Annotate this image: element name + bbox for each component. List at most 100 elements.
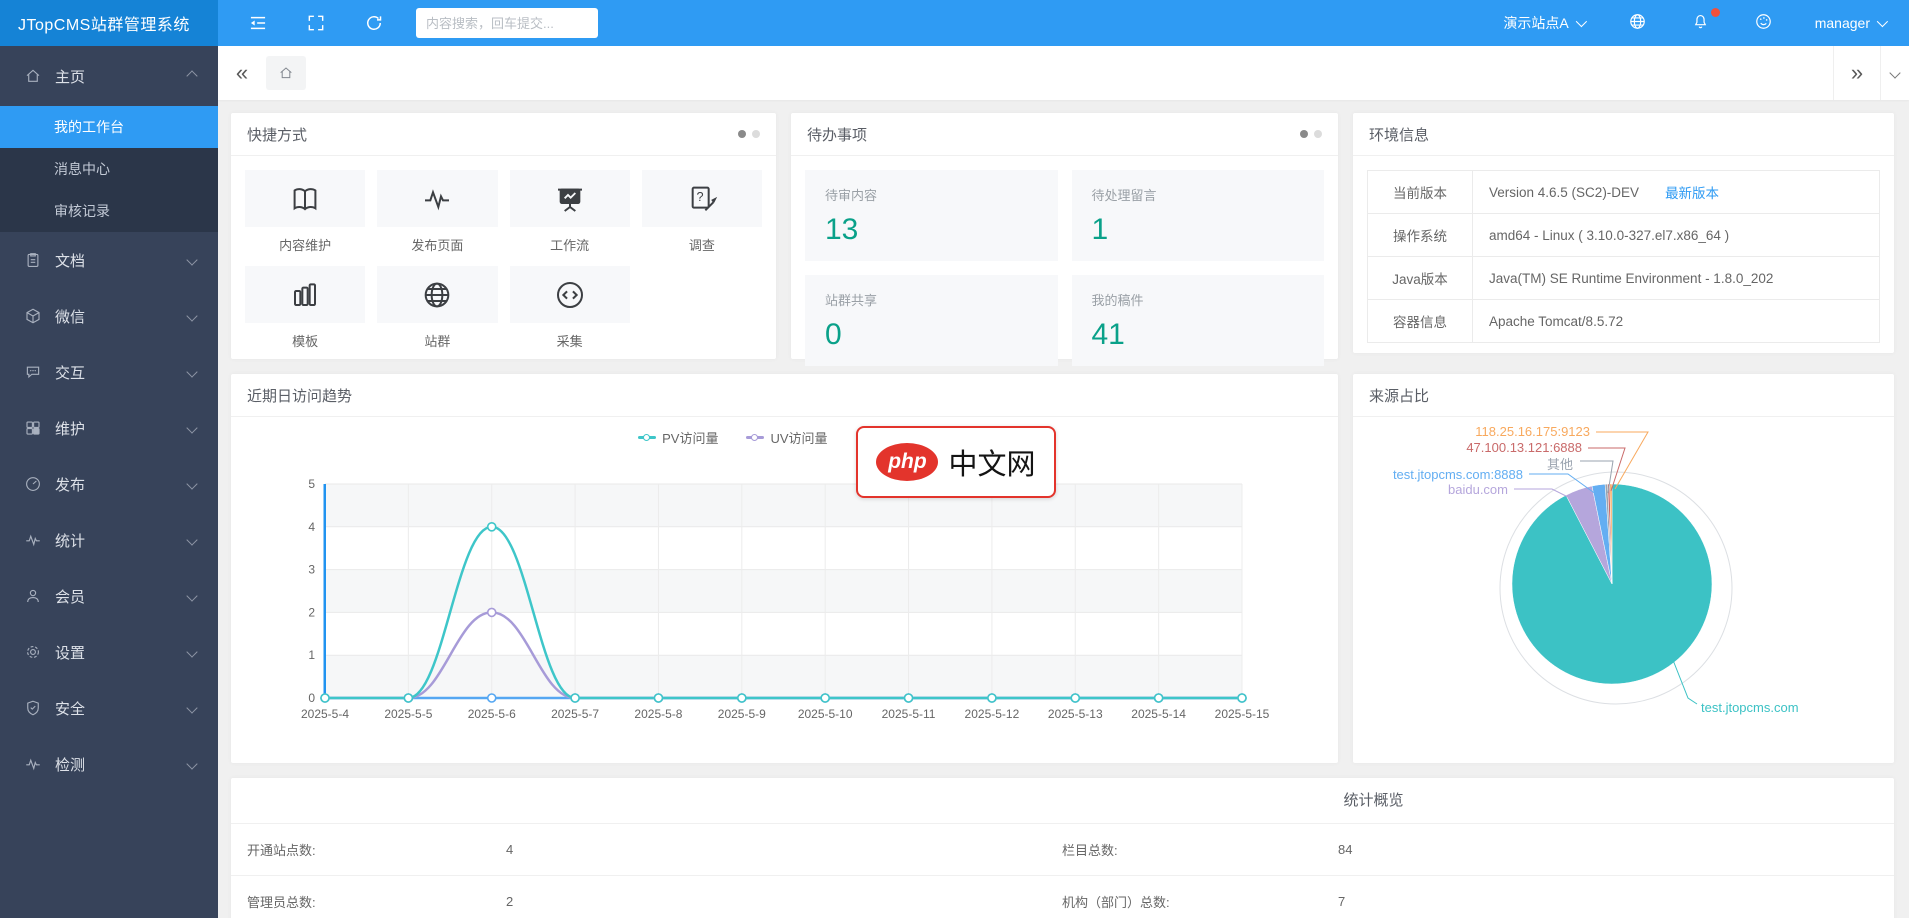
php-cn-watermark: php 中文网 — [856, 426, 1056, 498]
topbar: JTopCMS站群管理系统 演示站点A manager — [0, 0, 1909, 46]
notifications-button[interactable] — [1691, 12, 1710, 34]
sidebar-item-documents[interactable]: 文档 — [0, 232, 218, 288]
gear-icon — [24, 643, 42, 661]
table-row: 容器信息 Apache Tomcat/8.5.72 — [1368, 300, 1879, 342]
shortcut-workflow[interactable]: 工作流 — [510, 170, 630, 254]
book-icon — [289, 183, 321, 215]
sidebar-item-maintenance[interactable]: 维护 — [0, 400, 218, 456]
svg-text:3: 3 — [308, 563, 315, 577]
tabs-scroll-right-button[interactable]: » — [1833, 46, 1880, 100]
refresh-icon[interactable] — [364, 13, 384, 33]
source-share-card: 来源占比 118.25.16.175:9123 47.100.13.121:68… — [1353, 374, 1894, 763]
shortcut-survey[interactable]: 调查 — [642, 170, 762, 254]
topbar-right: 演示站点A manager — [1503, 12, 1909, 34]
site-selector[interactable]: 演示站点A — [1503, 13, 1583, 33]
carousel-dot-active[interactable] — [738, 130, 746, 138]
shortcut-content-maintenance[interactable]: 内容维护 — [245, 170, 365, 254]
sidebar-item-security[interactable]: 安全 — [0, 680, 218, 736]
submenu-item-workbench[interactable]: 我的工作台 — [0, 106, 218, 148]
blocks-icon — [24, 419, 42, 437]
svg-text:0: 0 — [308, 691, 315, 705]
todo-grid: 待审内容 13 待处理留言 1 站群共享 0 我的稿件 41 — [791, 156, 1338, 380]
cube-icon — [24, 307, 42, 325]
todo-value: 0 — [825, 318, 1038, 352]
todo-value: 41 — [1092, 318, 1305, 352]
chevron-down-icon — [186, 646, 197, 657]
carousel-dots — [1300, 130, 1322, 138]
svg-text:1: 1 — [308, 648, 315, 662]
submenu-item-messages[interactable]: 消息中心 — [0, 148, 218, 190]
notification-badge — [1711, 8, 1720, 17]
chevron-down-icon — [186, 422, 197, 433]
latest-version-link[interactable]: 最新版本 — [1665, 182, 1719, 202]
fullscreen-icon[interactable] — [306, 13, 326, 33]
carousel-dot-active[interactable] — [1300, 130, 1308, 138]
visits-chart: PV访问量 UV访问量 IP访问量 0123452025-5-42025-5-5… — [231, 416, 1338, 763]
sidebar-toggle-icon[interactable] — [248, 13, 268, 33]
card-title: 环境信息 — [1369, 124, 1429, 145]
shortcut-site-group[interactable]: 站群 — [377, 266, 497, 350]
todo-site-sharing[interactable]: 站群共享 0 — [805, 275, 1058, 366]
search-input[interactable] — [416, 8, 598, 38]
line-chart-canvas[interactable]: 0123452025-5-42025-5-52025-5-62025-5-720… — [231, 416, 1338, 763]
svg-text:2025-5-14: 2025-5-14 — [1131, 707, 1186, 721]
legend-marker — [638, 436, 656, 439]
svg-text:2025-5-10: 2025-5-10 — [798, 707, 853, 721]
home-tab[interactable] — [266, 56, 306, 90]
pie-label: 118.25.16.175:9123 — [1475, 424, 1590, 439]
svg-text:2025-5-8: 2025-5-8 — [634, 707, 682, 721]
todo-pending-comments[interactable]: 待处理留言 1 — [1072, 170, 1325, 261]
sidebar-item-monitoring[interactable]: 检测 — [0, 736, 218, 792]
sidebar-item-home[interactable]: 主页 — [0, 46, 218, 106]
tabs-menu-button[interactable] — [1880, 46, 1909, 100]
user-menu[interactable]: manager — [1815, 15, 1885, 31]
home-icon — [24, 67, 42, 85]
sidebar-item-interaction[interactable]: 交互 — [0, 344, 218, 400]
svg-text:5: 5 — [308, 477, 315, 491]
sidebar-item-members[interactable]: 会员 — [0, 568, 218, 624]
sidebar-item-settings[interactable]: 设置 — [0, 624, 218, 680]
chevron-down-icon — [186, 702, 197, 713]
carousel-dot[interactable] — [752, 130, 760, 138]
legend-pv[interactable]: PV访问量 — [638, 428, 718, 447]
pie-label: 47.100.13.121:6888 — [1466, 440, 1582, 455]
language-button[interactable] — [1628, 12, 1647, 34]
table-row: 管理员总数: 2 机构（部门）总数: 7 — [231, 876, 1894, 918]
chevron-down-icon — [186, 534, 197, 545]
app-logo: JTopCMS站群管理系统 — [0, 0, 218, 46]
todo-pending-content[interactable]: 待审内容 13 — [805, 170, 1058, 261]
chevron-up-icon — [186, 70, 197, 81]
shortcut-templates[interactable]: 模板 — [245, 266, 365, 350]
sidebar-item-publish[interactable]: 发布 — [0, 456, 218, 512]
card-title: 来源占比 — [1369, 385, 1429, 406]
code-icon — [554, 279, 586, 311]
legend-uv[interactable]: UV访问量 — [746, 428, 827, 447]
pulse-icon — [421, 183, 453, 215]
carousel-dot[interactable] — [1314, 130, 1322, 138]
svg-text:2025-5-4: 2025-5-4 — [301, 707, 349, 721]
main-content: 快捷方式 内容维护 发布页面 — [218, 100, 1909, 918]
todo-card: 待办事项 待审内容 13 待处理留言 1 — [791, 113, 1338, 359]
shortcut-publish-page[interactable]: 发布页面 — [377, 170, 497, 254]
tabs-scroll-left-button[interactable]: « — [218, 60, 266, 86]
bell-icon — [1691, 12, 1710, 31]
source-pie-chart: 118.25.16.175:9123 47.100.13.121:6888 其他… — [1353, 416, 1894, 763]
card-title: 快捷方式 — [247, 124, 307, 145]
stats-overview-card: 统计概览 开通站点数: 4 栏目总数: 84 管理员总数: 2 机构（部门）总数… — [231, 778, 1894, 918]
stat-label: 机构（部门）总数: — [1062, 892, 1338, 911]
chevron-down-icon — [186, 254, 197, 265]
table-row: 开通站点数: 4 栏目总数: 84 — [231, 824, 1894, 876]
sidebar-item-wechat[interactable]: 微信 — [0, 288, 218, 344]
chevron-down-icon — [186, 478, 197, 489]
theme-button[interactable] — [1754, 12, 1773, 34]
todo-my-drafts[interactable]: 我的稿件 41 — [1072, 275, 1325, 366]
pulse-icon — [24, 755, 42, 773]
shortcut-collection[interactable]: 采集 — [510, 266, 630, 350]
table-row: 当前版本 Version 4.6.5 (SC2)-DEV 最新版本 — [1368, 171, 1879, 214]
stat-label: 管理员总数: — [231, 892, 506, 911]
sidebar-item-statistics[interactable]: 统计 — [0, 512, 218, 568]
table-row: Java版本 Java(TM) SE Runtime Environment -… — [1368, 257, 1879, 300]
svg-text:2: 2 — [308, 605, 315, 619]
submenu-item-audit-log[interactable]: 审核记录 — [0, 190, 218, 232]
stat-value: 84 — [1338, 842, 1894, 857]
